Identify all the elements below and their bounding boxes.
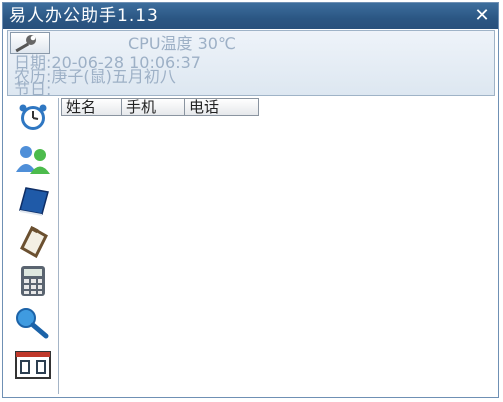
calculator-icon (21, 266, 45, 296)
sidebar-item-notebook[interactable] (12, 184, 54, 218)
contacts-icon (16, 146, 50, 174)
info-panel: CPU温度 30℃ 日期:20-06-28 10:06:37 农历:庚子(鼠)五… (7, 30, 495, 96)
close-icon[interactable]: ✕ (473, 7, 491, 25)
sidebar-item-search[interactable] (12, 306, 54, 340)
column-header-name[interactable]: 姓名 (61, 98, 122, 116)
sidebar-item-calendar[interactable] (12, 348, 54, 382)
cpu-temperature: CPU温度 30℃ (128, 34, 236, 53)
wrench-icon (15, 35, 36, 53)
table-header: 姓名 手机 电话 (61, 98, 259, 116)
column-header-phone[interactable]: 电话 (185, 98, 259, 116)
clipboard-icon (20, 225, 48, 259)
alarm-clock-icon (19, 104, 47, 130)
column-header-mobile[interactable]: 手机 (122, 98, 185, 116)
title-bar[interactable]: 易人办公助手1.13 ✕ (3, 3, 498, 29)
sidebar (7, 98, 59, 394)
notebook-icon (19, 187, 49, 216)
contacts-table[interactable]: 姓名 手机 电话 (61, 98, 495, 394)
sidebar-item-alarm[interactable] (12, 100, 54, 134)
search-icon (16, 308, 49, 339)
app-window: 易人办公助手1.13 ✕ CPU温度 30℃ 日期:20-06-28 10:06… (2, 2, 499, 398)
settings-button[interactable] (10, 32, 50, 54)
sidebar-item-calculator[interactable] (12, 264, 54, 298)
festival: 节日: (14, 80, 52, 96)
sidebar-item-clipboard[interactable] (12, 224, 54, 259)
sidebar-item-contacts[interactable] (12, 142, 54, 176)
calendar-icon (15, 351, 51, 379)
window-title: 易人办公助手1.13 (9, 6, 159, 26)
